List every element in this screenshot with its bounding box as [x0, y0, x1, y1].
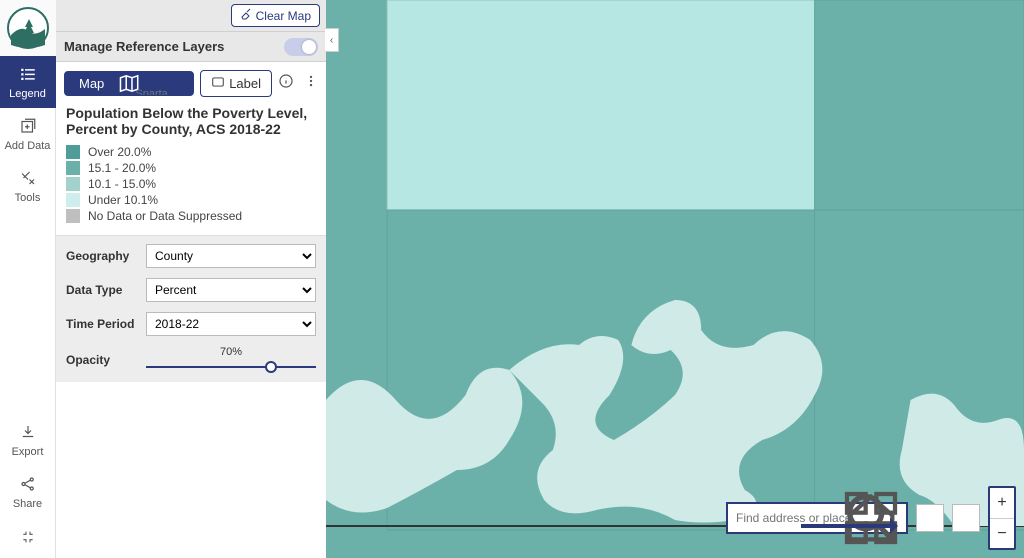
layer-controls: Geography County Data Type Percent Time …: [56, 235, 326, 382]
legend-item: Under 10.1%: [66, 193, 316, 207]
datatype-select[interactable]: Percent: [146, 278, 316, 302]
timeperiod-select[interactable]: 2018-22: [146, 312, 316, 336]
geography-select[interactable]: County: [146, 244, 316, 268]
legend-swatch: [66, 145, 80, 159]
nav-label: Add Data: [5, 140, 51, 152]
legend-swatch: [66, 177, 80, 191]
share-icon: [19, 475, 37, 496]
info-icon[interactable]: [278, 73, 294, 94]
legend-item: 15.1 - 20.0%: [66, 161, 316, 175]
nav-rail: Legend Add Data Tools Export Share: [0, 0, 56, 558]
legend-swatch: [66, 193, 80, 207]
chevron-left-icon: ‹: [330, 35, 333, 46]
eraser-icon: [240, 8, 252, 23]
collapse-icon: [20, 529, 36, 548]
map-svg: [326, 0, 1024, 558]
nav-legend[interactable]: Legend: [0, 56, 56, 108]
legend-item: Over 20.0%: [66, 145, 316, 159]
nav-fullscreen[interactable]: [0, 518, 56, 558]
nav-label: Export: [12, 446, 44, 458]
nav-add-data[interactable]: Add Data: [0, 108, 56, 160]
label-icon: [211, 75, 225, 92]
clear-map-button[interactable]: Clear Map: [231, 4, 320, 27]
reference-layers-toggle[interactable]: [284, 38, 318, 56]
layer-title: Population Below the Poverty Level, Perc…: [66, 105, 316, 137]
legend-label: No Data or Data Suppressed: [88, 209, 242, 223]
tab-map[interactable]: Map SpartaAvaRockbridgeSquiresBradleyvil…: [64, 71, 194, 96]
manage-ref-label: Manage Reference Layers: [64, 39, 224, 54]
opacity-slider[interactable]: [146, 360, 316, 374]
nav-label: Legend: [9, 88, 46, 100]
nav-label: Share: [13, 498, 42, 510]
map-canvas[interactable]: + −: [326, 0, 1024, 558]
legend-label: 15.1 - 20.0%: [88, 161, 156, 175]
legend-list: Over 20.0% 15.1 - 20.0% 10.1 - 15.0% Under …: [66, 145, 316, 223]
add-layer-icon: [19, 117, 37, 138]
home-extent-button[interactable]: [952, 504, 980, 532]
datatype-label: Data Type: [66, 283, 146, 297]
timeperiod-label: Time Period: [66, 317, 146, 331]
list-icon: [19, 65, 37, 86]
manage-reference-layers-row: Manage Reference Layers: [56, 32, 326, 62]
annotation-arrow: [801, 524, 896, 528]
legend-swatch: [66, 161, 80, 175]
legend-item: No Data or Data Suppressed: [66, 209, 316, 223]
map-tools: + −: [726, 486, 1016, 550]
app-logo: [0, 0, 56, 56]
opacity-value: 70%: [220, 346, 242, 358]
legend-label: Over 20.0%: [88, 145, 151, 159]
legend-item: 10.1 - 15.0%: [66, 177, 316, 191]
nav-share[interactable]: Share: [0, 466, 56, 518]
tools-icon: [19, 169, 37, 190]
legend-label: Under 10.1%: [88, 193, 158, 207]
nav-tools[interactable]: Tools: [0, 160, 56, 212]
opacity-label: Opacity: [66, 353, 146, 367]
nav-export[interactable]: Export: [0, 414, 56, 466]
tab-label[interactable]: Label: [200, 70, 272, 97]
legend-label: 10.1 - 15.0%: [88, 177, 156, 191]
collapse-panel-button[interactable]: ‹: [325, 28, 339, 52]
legend-panel: Clear Map Manage Reference Layers Map Sp…: [56, 0, 326, 558]
more-icon[interactable]: [304, 73, 318, 94]
download-icon: [19, 423, 37, 444]
legend-swatch: [66, 209, 80, 223]
geography-label: Geography: [66, 249, 146, 263]
nav-label: Tools: [15, 192, 41, 204]
